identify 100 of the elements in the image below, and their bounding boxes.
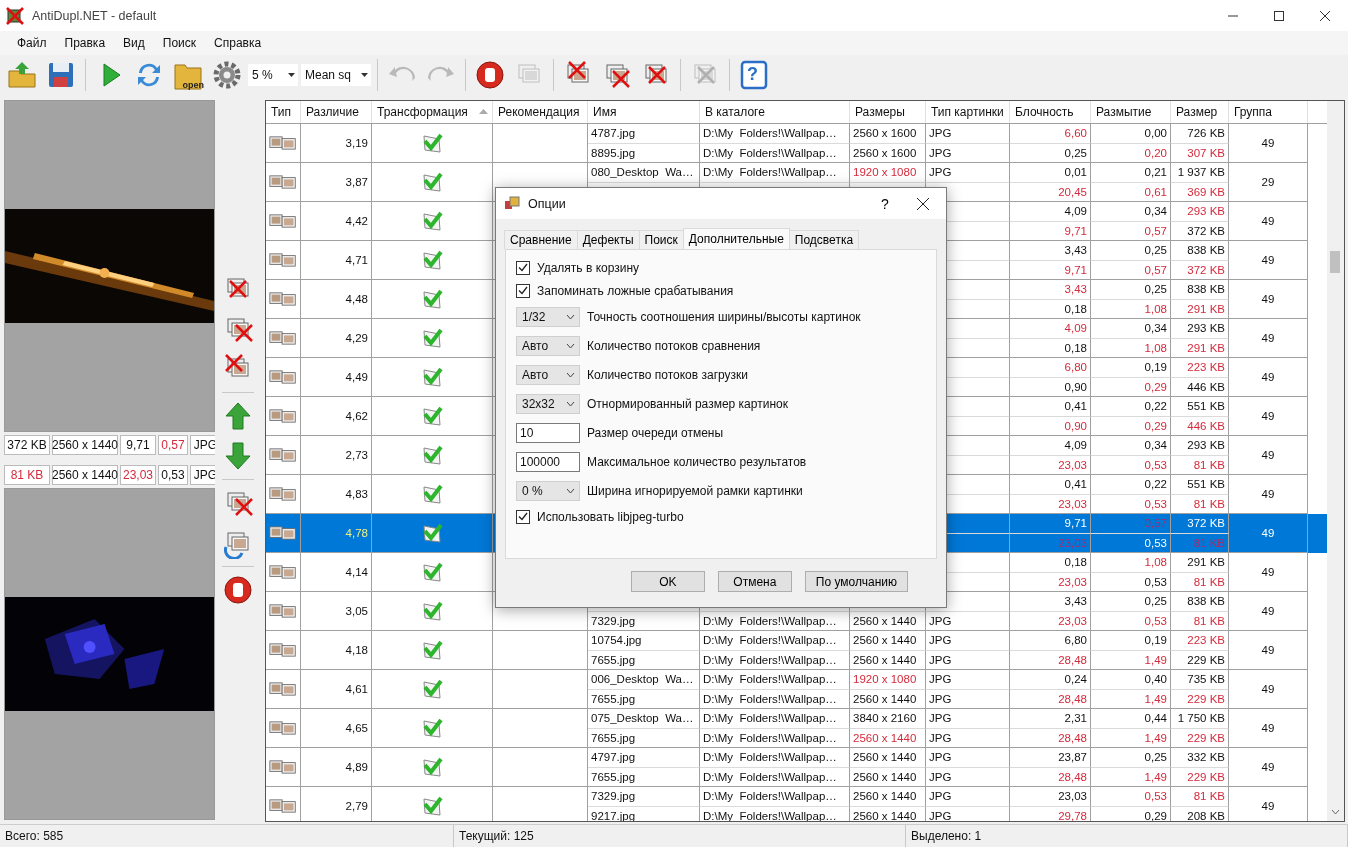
folder-path: D:\My Folders!\Wallpap…: [703, 634, 837, 647]
folder-path: D:\My Folders!\Wallpap…: [703, 673, 837, 686]
blockiness-value: 23,03: [1058, 497, 1087, 510]
folder-path: D:\My Folders!\Wallpap…: [703, 712, 837, 725]
blockiness-value: 9,71: [1064, 224, 1087, 237]
image-dimensions: 2560 x 1600: [853, 127, 917, 140]
group-number: 49: [1261, 332, 1275, 344]
group-number: 49: [1261, 410, 1275, 422]
image-type: JPG: [929, 751, 952, 764]
blur-value: 0,57: [158, 435, 188, 455]
blockiness-value: 20,45: [1058, 185, 1087, 198]
blur-value: 0,21: [1144, 166, 1167, 179]
option-label: Ширина игнорируемой рамки картинки: [587, 483, 803, 498]
difference-value: 4,48: [345, 293, 368, 305]
blur-value: 0,57: [1144, 517, 1167, 530]
blur-value: 0,25: [1144, 595, 1167, 608]
group-number: 29: [1261, 176, 1275, 188]
file-size: 551 KB: [1187, 478, 1225, 491]
folder-path: D:\My Folders!\Wallpap…: [703, 770, 837, 783]
blur-value: 0,25: [1144, 283, 1167, 296]
blur-value: 0,53: [158, 465, 188, 485]
group-number: 49: [1261, 449, 1275, 461]
image-dimensions: 2560 x 1440: [853, 731, 917, 744]
blur-value: 0,40: [1144, 673, 1167, 686]
file-size: 372 KB: [1187, 517, 1225, 530]
folder-path: D:\My Folders!\Wallpap…: [703, 166, 837, 179]
blur-value: 1,49: [1144, 770, 1167, 783]
blockiness-value: 29,78: [1058, 809, 1087, 821]
group-number: 49: [1261, 761, 1275, 773]
image-dimensions: 2560 x 1440: [853, 790, 917, 803]
blockiness-value: 0,18: [1064, 556, 1087, 569]
checkbox-caption: Удалять в корзину: [537, 260, 640, 275]
file-size: 81 KB: [1193, 614, 1225, 627]
image-type: JPG: [929, 127, 952, 140]
file-size: 208 KB: [1187, 809, 1225, 821]
image-dimensions: 2560 x 1440: [52, 435, 118, 455]
blur-value: 0,34: [1144, 439, 1167, 452]
blockiness-value: 0,41: [1064, 478, 1087, 491]
file-size: 81 KB: [1193, 497, 1225, 510]
blockiness-value: 6,80: [1064, 361, 1087, 374]
image-type: JPG: [929, 614, 952, 627]
file-name: 7329.jpg: [591, 614, 636, 627]
blockiness-value: 23,03: [1058, 614, 1087, 627]
blur-value: 0,53: [1144, 497, 1167, 510]
blockiness-value: 28,48: [1058, 692, 1087, 705]
blockiness-value: 0,25: [1064, 146, 1087, 159]
difference-value: 2,79: [345, 800, 368, 812]
blockiness-value: 23,03: [1058, 790, 1087, 803]
difference-value: 4,83: [345, 488, 368, 500]
image-type: JPG: [929, 809, 952, 821]
file-size: 1 750 KB: [1177, 712, 1225, 725]
blockiness-value: 3,43: [1064, 244, 1087, 257]
blur-value: 1,49: [1144, 731, 1167, 744]
checkbox-caption: Запоминать ложные срабатывания: [537, 283, 734, 298]
window-title: AntiDupl.NET - default: [32, 8, 158, 23]
file-size: 372 KB: [4, 435, 50, 455]
folder-path: D:\My Folders!\Wallpap…: [703, 731, 837, 744]
folder-path: D:\My Folders!\Wallpap…: [703, 653, 837, 666]
status-text: Текущий: 125: [454, 825, 906, 847]
difference-value: 4,61: [345, 683, 368, 695]
blur-value: 0,22: [1144, 400, 1167, 413]
blockiness-value: 0,24: [1064, 673, 1087, 686]
blockiness-value: 0,18: [1064, 302, 1087, 315]
blur-value: 1,49: [1144, 653, 1167, 666]
folder-path: D:\My Folders!\Wallpap…: [703, 146, 837, 159]
blur-value: 0,53: [1144, 536, 1167, 549]
blockiness-value: 3,43: [1064, 595, 1087, 608]
image-dimensions: 2560 x 1440: [52, 465, 118, 485]
image-dimensions: 2560 x 1440: [853, 653, 917, 666]
blur-value: 0,25: [1144, 244, 1167, 257]
image-dimensions: 2560 x 1440: [853, 692, 917, 705]
blur-value: 0,57: [1144, 224, 1167, 237]
file-size: 229 KB: [1187, 653, 1225, 666]
file-size: 81 KB: [4, 465, 50, 485]
blockiness-value: 3,43: [1064, 283, 1087, 296]
group-number: 49: [1261, 800, 1275, 812]
blockiness-value: 6,60: [1064, 127, 1087, 140]
file-size: 726 KB: [1187, 127, 1225, 140]
file-size: 838 KB: [1187, 283, 1225, 296]
file-size: 229 KB: [1187, 770, 1225, 783]
file-size: 735 KB: [1187, 673, 1225, 686]
blur-value: 0,34: [1144, 205, 1167, 218]
file-name: 7655.jpg: [591, 770, 636, 783]
difference-value: 4,29: [345, 332, 368, 344]
image-type: JPG: [929, 673, 952, 686]
blur-value: 0,34: [1144, 322, 1167, 335]
blur-value: 0,53: [1144, 458, 1167, 471]
image-dimensions: 1920 x 1080: [853, 166, 917, 179]
file-size: 332 KB: [1187, 751, 1225, 764]
group-number: 49: [1261, 566, 1275, 578]
blockiness-value: 0,18: [1064, 341, 1087, 354]
blockiness-value: 0,01: [1064, 166, 1087, 179]
folder-path: D:\My Folders!\Wallpap…: [703, 790, 837, 803]
icon-label: ?: [747, 64, 758, 85]
blockiness-value: 23,87: [1058, 751, 1087, 764]
file-size: 307 KB: [1187, 146, 1225, 159]
blockiness-value: 9,71: [120, 435, 156, 455]
difference-value: 3,87: [345, 176, 368, 188]
blockiness-value: 2,31: [1064, 712, 1087, 725]
group-number: 49: [1261, 605, 1275, 617]
